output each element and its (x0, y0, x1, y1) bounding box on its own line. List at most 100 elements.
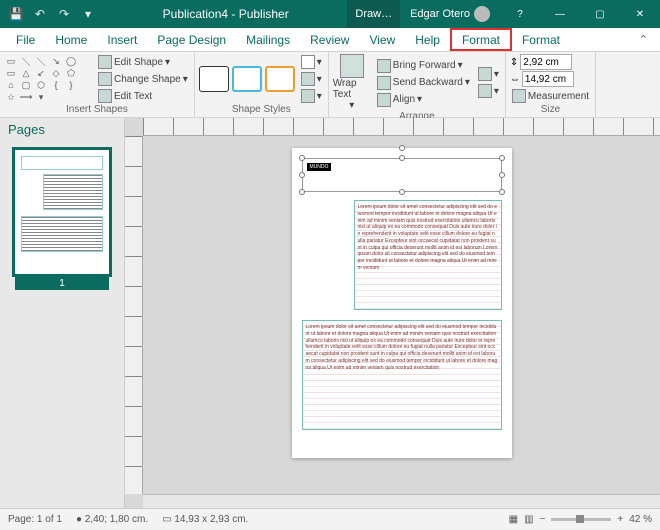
status-position: ● 2,40; 1,80 cm. (76, 514, 148, 525)
status-size: ▭ 14,93 x 2,93 cm. (162, 514, 248, 525)
save-icon[interactable]: 💾 (6, 4, 26, 24)
group-label: Shape Styles (199, 104, 324, 115)
resize-handle[interactable] (399, 155, 405, 161)
tab-insert[interactable]: Insert (97, 28, 147, 51)
user-account[interactable]: Edgar Otero (400, 6, 500, 22)
tab-page-design[interactable]: Page Design (147, 28, 236, 51)
resize-handle[interactable] (399, 189, 405, 195)
measurement-icon (512, 89, 526, 103)
title-bar: 💾 ↶ ↷ ▾ Publication4 - Publisher Draw… E… (0, 0, 660, 28)
resize-handle[interactable] (299, 172, 305, 178)
send-backward-icon (377, 76, 391, 90)
group-shape-styles: ▾ ▾ ▾ Shape Styles (195, 52, 329, 117)
send-backward-button[interactable]: Send Backward ▾ (375, 75, 472, 91)
zoom-in-icon[interactable]: + (617, 514, 623, 525)
tab-help[interactable]: Help (405, 28, 450, 51)
shape-style-gallery[interactable] (199, 66, 295, 92)
tab-view[interactable]: View (359, 28, 405, 51)
resize-handle[interactable] (499, 155, 505, 161)
close-icon[interactable]: ✕ (620, 0, 660, 28)
zoom-level[interactable]: 42 % (629, 514, 652, 525)
bring-forward-icon (377, 59, 391, 73)
edit-shape-button[interactable]: Edit Shape ▾ (96, 54, 190, 70)
status-bar: Page: 1 of 1 ● 2,40; 1,80 cm. ▭ 14,93 x … (0, 508, 660, 530)
group-button[interactable]: ▾ (476, 66, 501, 82)
pages-pane: Pages 1 (0, 118, 125, 508)
horizontal-scrollbar[interactable] (143, 494, 660, 508)
rotate-button[interactable]: ▾ (476, 83, 501, 99)
style-swatch[interactable] (265, 66, 295, 92)
wrap-text-icon (340, 54, 364, 78)
group-size: ⇕2,92 cm ⇔14,92 cm Measurement Size (506, 52, 596, 117)
zoom-slider[interactable] (551, 518, 611, 521)
view-single-icon[interactable]: ▦ (509, 514, 518, 525)
resize-handle[interactable] (499, 172, 505, 178)
publication-page[interactable]: MUNDO Lorem ipsum dolor sit amet consect… (292, 148, 512, 458)
minimize-icon[interactable]: — (540, 0, 580, 28)
style-swatch[interactable] (199, 66, 229, 92)
canvas-area: MUNDO Lorem ipsum dolor sit amet consect… (125, 118, 660, 508)
window-buttons: ? — ▢ ✕ (500, 0, 660, 28)
ruler-horizontal[interactable] (143, 118, 660, 136)
edit-shape-icon (98, 55, 112, 69)
pages-pane-title: Pages (0, 118, 124, 141)
tab-format-highlighted[interactable]: Format (450, 28, 512, 51)
qat-more-icon[interactable]: ▾ (78, 4, 98, 24)
text-tag: MUNDO (307, 163, 332, 171)
width-icon: ⇔ (510, 74, 520, 85)
bring-forward-button[interactable]: Bring Forward ▾ (375, 58, 472, 74)
selected-text-box[interactable]: MUNDO (302, 158, 502, 192)
ribbon: ▭＼＼↘◯▭ △↙◇⬠⌂▢ ⬡{}☆⟶▾ Edit Shape ▾ Change… (0, 52, 660, 118)
height-icon: ⇕ (510, 57, 518, 68)
group-icon (478, 67, 492, 81)
rotate-icon (478, 84, 492, 98)
measurement-button[interactable]: Measurement (510, 88, 591, 104)
shape-outline-button[interactable]: ▾ (299, 71, 324, 87)
group-arrange: Wrap Text▾ Bring Forward ▾ Send Backward… (329, 52, 506, 117)
shape-fill-button[interactable]: ▾ (299, 54, 324, 70)
wrap-text-button[interactable]: Wrap Text▾ (333, 54, 371, 111)
resize-handle[interactable] (299, 189, 305, 195)
tab-format[interactable]: Format (512, 28, 570, 51)
collapse-ribbon-icon[interactable]: ⌃ (633, 33, 654, 46)
maximize-icon[interactable]: ▢ (580, 0, 620, 28)
redo-icon[interactable]: ↷ (54, 4, 74, 24)
context-tab-label: Draw… (347, 0, 400, 28)
ribbon-options-icon[interactable]: ? (500, 0, 540, 28)
page-scroll-area[interactable]: MUNDO Lorem ipsum dolor sit amet consect… (143, 136, 660, 494)
edit-text-button[interactable]: Edit Text (96, 88, 190, 104)
resize-handle[interactable] (499, 189, 505, 195)
align-button[interactable]: Align ▾ (375, 92, 472, 108)
tab-review[interactable]: Review (300, 28, 359, 51)
undo-icon[interactable]: ↶ (30, 4, 50, 24)
page-number: 1 (15, 277, 109, 290)
tab-home[interactable]: Home (45, 28, 97, 51)
height-input[interactable]: 2,92 cm (520, 54, 572, 70)
width-input[interactable]: 14,92 cm (522, 71, 574, 87)
outline-icon (301, 72, 315, 86)
quick-access-toolbar: 💾 ↶ ↷ ▾ (0, 4, 104, 24)
view-spread-icon[interactable]: ▥ (524, 514, 533, 525)
avatar (474, 6, 490, 22)
text-box[interactable]: Lorem ipsum dolor sit amet consectetur a… (302, 320, 502, 430)
ribbon-tabs: File Home Insert Page Design Mailings Re… (0, 28, 660, 52)
group-label: Size (510, 104, 591, 115)
zoom-out-icon[interactable]: − (540, 514, 546, 525)
shape-effects-button[interactable]: ▾ (299, 88, 324, 104)
effects-icon (301, 89, 315, 103)
workspace: Pages 1 MUNDO Lorem ipsum d (0, 118, 660, 508)
text-box[interactable]: Lorem ipsum dolor sit amet consectetur a… (354, 200, 502, 310)
ruler-vertical[interactable] (125, 136, 143, 494)
shapes-gallery[interactable]: ▭＼＼↘◯▭ △↙◇⬠⌂▢ ⬡{}☆⟶▾ (4, 56, 92, 103)
rotation-handle[interactable] (399, 145, 405, 151)
style-swatch[interactable] (232, 66, 262, 92)
group-insert-shapes: ▭＼＼↘◯▭ △↙◇⬠⌂▢ ⬡{}☆⟶▾ Edit Shape ▾ Change… (0, 52, 195, 117)
status-page: Page: 1 of 1 (8, 514, 62, 525)
resize-handle[interactable] (299, 155, 305, 161)
align-icon (377, 93, 391, 107)
edit-text-icon (98, 89, 112, 103)
page-thumbnail[interactable]: 1 (12, 147, 112, 277)
tab-mailings[interactable]: Mailings (236, 28, 300, 51)
change-shape-button[interactable]: Change Shape ▾ (96, 71, 190, 87)
tab-file[interactable]: File (6, 28, 45, 51)
